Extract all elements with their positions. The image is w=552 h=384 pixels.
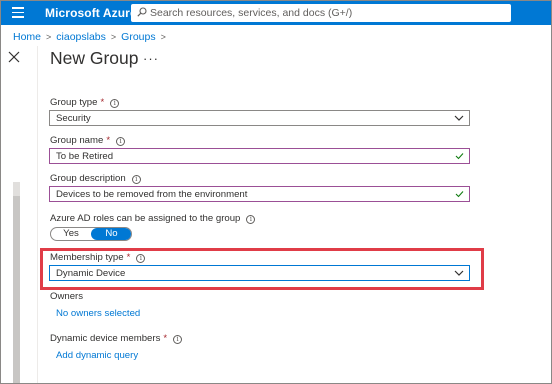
group-description-value: Devices to be removed from the environme… (56, 189, 248, 200)
toggle-yes[interactable]: Yes (51, 228, 91, 240)
membership-type-value: Dynamic Device (56, 268, 126, 279)
group-name-field[interactable]: To be Retired (49, 148, 470, 164)
chevron-down-icon (454, 115, 464, 121)
chevron-right-icon: > (46, 32, 52, 42)
close-icon[interactable] (8, 51, 20, 63)
checkmark-icon (455, 191, 464, 198)
chevron-right-icon: > (110, 32, 117, 42)
info-icon[interactable]: i (246, 215, 256, 224)
search-placeholder: Search resources, services, and docs (G+… (150, 7, 353, 19)
add-dynamic-query-link[interactable]: Add dynamic query (56, 350, 138, 361)
azure-ad-roles-label: Azure AD roles can be assigned to the gr… (50, 213, 256, 224)
menu-icon[interactable] (12, 7, 24, 19)
checkmark-icon (455, 153, 464, 160)
brand-title[interactable]: Microsoft Azure (45, 6, 137, 20)
info-icon[interactable]: i (110, 99, 120, 108)
search-icon (137, 7, 147, 17)
group-description-label: Group description i (50, 173, 141, 184)
breadcrumb-home[interactable]: Home (13, 31, 41, 43)
group-description-field[interactable]: Devices to be removed from the environme… (49, 186, 470, 202)
group-name-label: Group name * i (50, 135, 126, 146)
group-name-value: To be Retired (56, 151, 114, 162)
group-type-dropdown[interactable]: Security (49, 110, 470, 126)
membership-type-label: Membership type * i (50, 252, 146, 263)
breadcrumb-tenant[interactable]: ciaopslabs (56, 31, 106, 43)
scrollbar-thumb[interactable] (13, 196, 20, 383)
chevron-right-icon: > (160, 32, 166, 42)
more-options-icon[interactable]: ··· (143, 51, 159, 66)
dynamic-members-label: Dynamic device members * i (50, 333, 183, 344)
membership-type-dropdown[interactable]: Dynamic Device (49, 265, 470, 281)
chevron-down-icon (454, 270, 464, 276)
azure-ad-roles-toggle[interactable]: Yes No (50, 227, 132, 241)
page-title: New Group (50, 48, 139, 68)
owners-label: Owners (50, 291, 84, 302)
group-type-label: Group type * i (50, 97, 120, 108)
breadcrumb-groups[interactable]: Groups (121, 31, 155, 43)
info-icon[interactable]: i (116, 137, 126, 146)
no-owners-link[interactable]: No owners selected (56, 308, 140, 319)
info-icon[interactable]: i (131, 175, 141, 184)
top-bar: Microsoft Azure Search resources, servic… (1, 1, 551, 25)
info-icon[interactable]: i (173, 335, 183, 344)
group-type-value: Security (56, 113, 91, 124)
toggle-no[interactable]: No (91, 228, 131, 240)
breadcrumb: Home > ciaopslabs > Groups > (13, 31, 171, 43)
info-icon[interactable]: i (136, 254, 146, 263)
panel-divider (37, 46, 38, 383)
search-input[interactable]: Search resources, services, and docs (G+… (131, 4, 511, 22)
